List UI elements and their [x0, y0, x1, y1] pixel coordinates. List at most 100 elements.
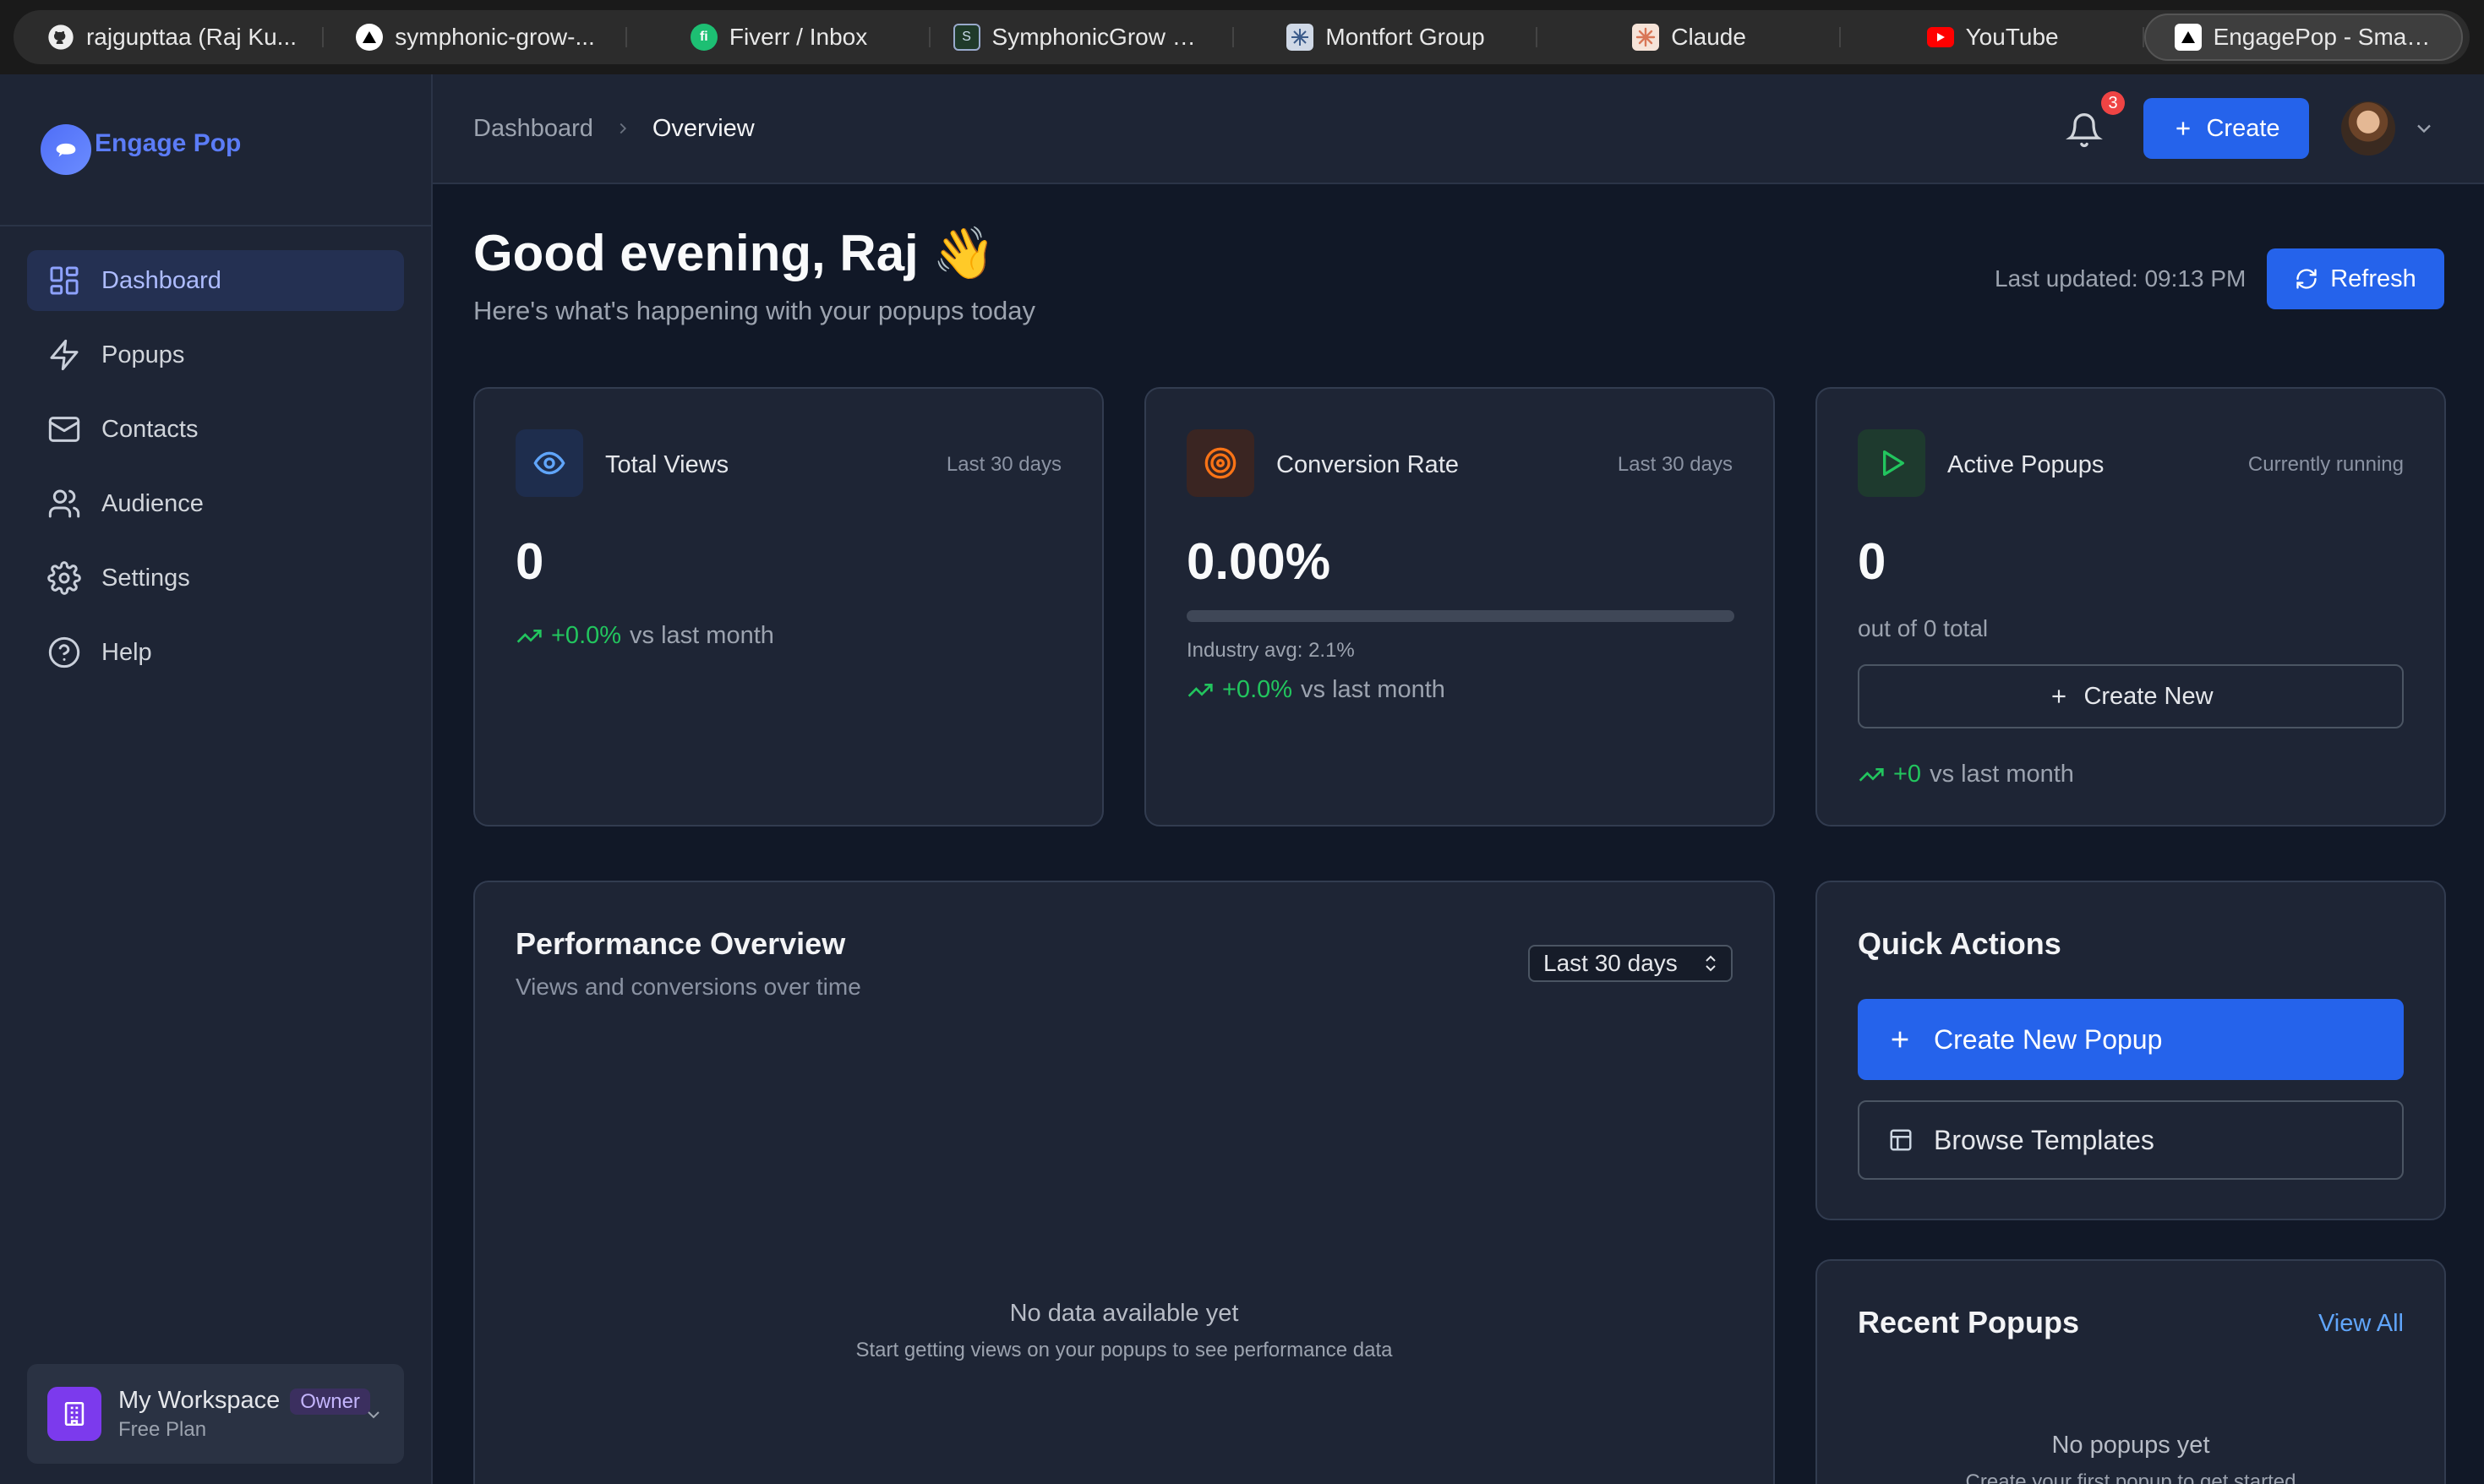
mail-icon: [48, 417, 80, 442]
stat-trend: +0 vs last month: [1858, 761, 2074, 788]
browser-tab[interactable]: fi Fiverr / Inbox: [627, 14, 931, 61]
browser-tab[interactable]: symphonic-grow-...: [324, 14, 628, 61]
breadcrumb: Dashboard Overview: [473, 115, 755, 143]
sidebar-item-audience[interactable]: Audience: [27, 473, 404, 534]
trend-suffix: vs last month: [630, 622, 774, 649]
conversion-rate-card: Conversion Rate Last 30 days 0.00% Indus…: [1144, 387, 1775, 827]
tab-label: symphonic-grow-...: [395, 24, 595, 50]
notification-count-badge: 3: [2101, 91, 2125, 115]
browser-tab[interactable]: Claude: [1537, 14, 1842, 61]
play-icon: [1858, 429, 1925, 497]
sidebar-item-label: Dashboard: [101, 266, 221, 294]
create-new-popup-button[interactable]: Create New Popup: [1858, 999, 2404, 1080]
workspace-info: My Workspace Owner Free Plan: [118, 1387, 370, 1442]
plus-icon: [2052, 690, 2066, 703]
stat-value: 0: [516, 533, 544, 590]
greeting-subtitle: Here's what's happening with your popups…: [473, 296, 1035, 325]
industry-average: Industry avg: 2.1%: [1187, 639, 1355, 662]
browser-tab[interactable]: Montfort Group: [1234, 14, 1538, 61]
trending-up-icon: [1859, 767, 1884, 782]
browser-tab-active[interactable]: EngagePop - Smart...: [2144, 14, 2464, 61]
date-range-select[interactable]: Last 30 days: [1528, 945, 1733, 982]
active-popups-card: Active Popups Currently running 0 out of…: [1815, 387, 2446, 827]
empty-state-subtitle: Start getting views on your popups to se…: [855, 1339, 1393, 1361]
empty-state-subtitle: Create your first popup to get started: [1965, 1470, 2296, 1484]
stat-period: Last 30 days: [1617, 453, 1733, 476]
symphonicgrow-icon: S: [953, 24, 980, 51]
brand-name: Engage Pop: [95, 129, 242, 157]
refresh-button-label: Refresh: [2330, 265, 2416, 292]
tab-label: Fiverr / Inbox: [729, 24, 868, 50]
browser-tab[interactable]: S SymphonicGrow —...: [931, 14, 1235, 61]
stat-period: Currently running: [2247, 453, 2404, 476]
create-new-label: Create New: [2083, 682, 2214, 710]
create-button-label: Create: [2206, 114, 2280, 142]
sidebar: Engage Pop Dashboard Popups Contacts Aud…: [0, 74, 433, 1484]
bell-icon[interactable]: [2066, 112, 2103, 149]
help-icon: [48, 636, 80, 668]
plus-icon: [2176, 122, 2191, 135]
engagepop-icon: [2174, 24, 2202, 51]
tab-label: YouTube: [1965, 24, 2059, 50]
breadcrumb-dashboard[interactable]: Dashboard: [473, 115, 593, 143]
refresh-button[interactable]: Refresh: [2267, 248, 2444, 309]
top-header: Dashboard Overview 3 Create: [433, 74, 2484, 184]
last-updated-text: Last updated: 09:13 PM: [1995, 265, 2247, 292]
sidebar-item-dashboard[interactable]: Dashboard: [27, 250, 404, 311]
building-icon: [47, 1387, 101, 1441]
sidebar-item-settings[interactable]: Settings: [27, 548, 404, 608]
recent-popups-card: Recent Popups View All No popups yet Cre…: [1815, 1259, 2446, 1484]
brand-logo-icon: [41, 124, 91, 175]
sidebar-item-label: Popups: [101, 341, 185, 368]
brand[interactable]: Engage Pop: [0, 74, 431, 226]
chevron-right-icon: [620, 123, 626, 134]
github-icon: [47, 24, 74, 51]
stat-title: Conversion Rate: [1276, 451, 1459, 478]
performance-title: Performance Overview: [516, 926, 846, 961]
view-all-link[interactable]: View All: [2318, 1310, 2404, 1338]
performance-overview-card: Performance Overview Views and conversio…: [473, 881, 1775, 1484]
tab-label: rajgupttaa (Raj Ku...: [85, 24, 298, 50]
browser-tab[interactable]: YouTube: [1841, 14, 2145, 61]
trending-up-icon: [516, 629, 542, 643]
avatar[interactable]: [2341, 101, 2395, 155]
chevron-down-icon[interactable]: [2412, 117, 2436, 140]
browse-templates-button[interactable]: Browse Templates: [1858, 1100, 2404, 1180]
trend-suffix: vs last month: [1301, 676, 1445, 703]
sidebar-item-label: Contacts: [101, 415, 199, 443]
youtube-icon: [1926, 27, 1954, 47]
trend-value: +0.0%: [1222, 676, 1293, 703]
refresh-icon: [2296, 269, 2317, 289]
tab-label: Montfort Group: [1325, 24, 1485, 50]
empty-state-title: No popups yet: [2051, 1432, 2210, 1459]
browser-tab[interactable]: rajgupttaa (Raj Ku...: [20, 14, 325, 61]
quick-actions-title: Quick Actions: [1858, 926, 2061, 961]
quick-actions-card: Quick Actions Create New Popup Browse Te…: [1815, 881, 2446, 1220]
chevron-down-icon: [368, 1411, 379, 1419]
layout-template-icon: [1890, 1129, 1912, 1151]
trend-suffix: vs last month: [1930, 761, 2074, 788]
target-icon: [1187, 429, 1254, 497]
fiverr-icon: fi: [690, 24, 718, 51]
sidebar-item-label: Settings: [101, 564, 190, 592]
stat-value: 0: [1858, 533, 1886, 590]
tab-label: SymphonicGrow —...: [991, 24, 1212, 50]
workspace-switcher[interactable]: My Workspace Owner Free Plan: [27, 1364, 404, 1464]
create-new-popup-label: Create New Popup: [1934, 1023, 2163, 1055]
sidebar-item-help[interactable]: Help: [27, 622, 404, 683]
stat-title: Active Popups: [1947, 451, 2105, 478]
workspace-plan: Free Plan: [118, 1417, 207, 1441]
sidebar-item-popups[interactable]: Popups: [27, 325, 404, 385]
browse-templates-label: Browse Templates: [1934, 1124, 2154, 1155]
create-new-button[interactable]: Create New: [1858, 664, 2404, 728]
active-total-text: out of 0 total: [1858, 615, 1989, 641]
sidebar-item-contacts[interactable]: Contacts: [27, 399, 404, 460]
browser-tab-bar: rajgupttaa (Raj Ku... symphonic-grow-...…: [0, 0, 2484, 74]
create-button[interactable]: Create: [2143, 98, 2309, 159]
trend-value: +0: [1893, 761, 1922, 788]
stat-value: 0.00%: [1187, 533, 1331, 590]
trend-value: +0.0%: [551, 622, 622, 649]
gear-icon: [47, 561, 81, 595]
sidebar-item-label: Help: [101, 638, 152, 666]
dashboard-icon: [50, 266, 79, 295]
